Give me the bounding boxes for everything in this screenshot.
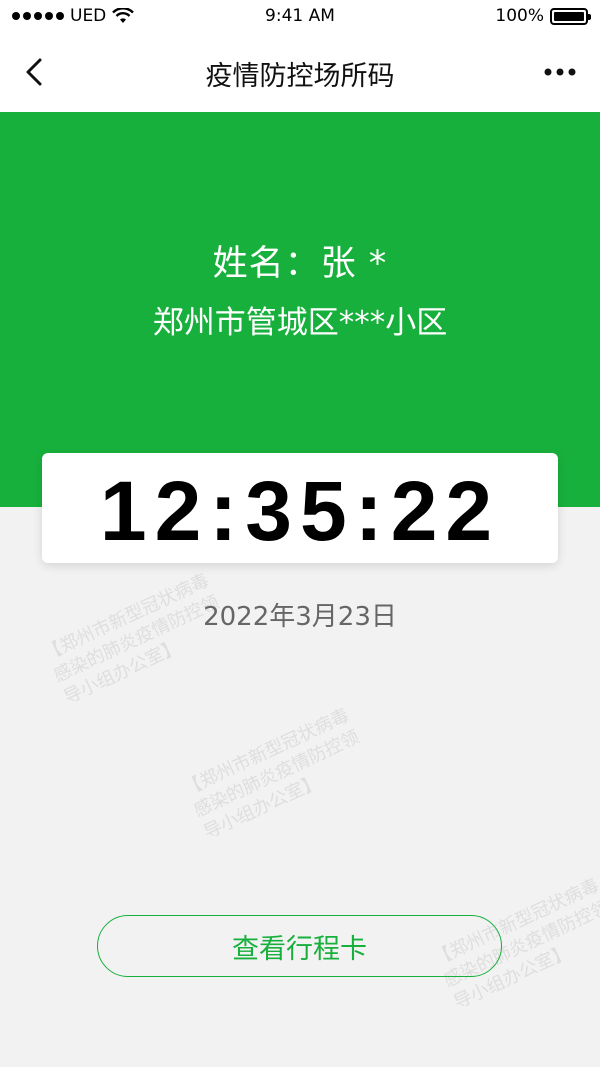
current-time: 12:35:22 [99,464,501,558]
watermark: 【郑州市新型冠状病毒 感染的肺炎疫情防控领 导小组办公室】 [180,704,374,845]
battery-icon [550,7,591,25]
person-name: 姓名：张 * [212,244,388,284]
person-address: 郑州市管城区***小区 [152,305,448,341]
page-title: 疫情防控场所码 [205,61,395,92]
clock-card: 12:35:22 [42,453,558,563]
status-right: 100% [495,6,591,26]
more-button[interactable] [540,52,580,92]
status-bar: UED 9:41 AM 100% [0,0,600,34]
more-horizontal-icon [544,68,576,76]
nav-bar: 疫情防控场所码 [0,34,600,112]
view-trip-card-button[interactable]: 查看行程卡 [97,915,502,977]
watermark: 【郑州市新型冠状病毒 感染的肺炎疫情防控领 导小组办公室】 [40,569,234,710]
current-date: 2022年3月23日 [203,602,397,632]
battery-percent: 100% [495,6,544,26]
